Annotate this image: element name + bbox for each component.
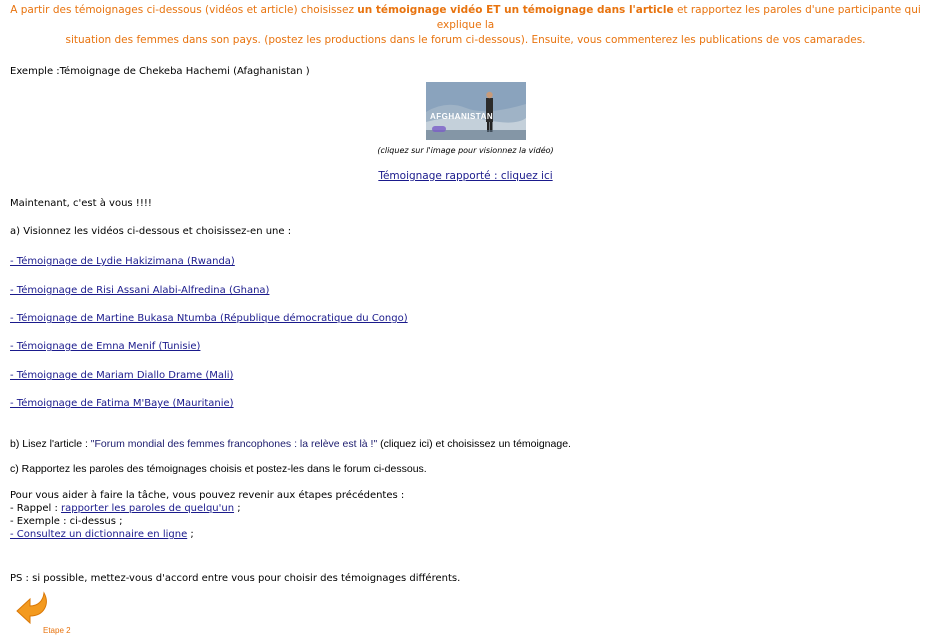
now-text: Maintenant, c'est à vous !!!! [10, 198, 152, 209]
step-a-text: a) Visionnez les vidéos ci-dessous et ch… [10, 226, 292, 237]
video-link-risi[interactable]: - Témoignage de Risi Assani Alabi-Alfred… [10, 285, 269, 296]
help-rappel: - Rappel : rapporter les paroles de quel… [10, 503, 241, 514]
help-dictionary: - Consultez un dictionnaire en ligne ; [10, 529, 194, 540]
step-b-text: b) Lisez l'article : "Forum mondial des … [10, 438, 571, 450]
dictionary-link[interactable]: - Consultez un dictionnaire en ligne [10, 529, 187, 540]
thumbnail-caption: (cliquez sur l'image pour visionnez la v… [377, 146, 554, 155]
example-reported-link[interactable]: Témoignage rapporté : cliquez ici [378, 170, 552, 182]
help-exemple: - Exemple : ci-dessus ; [10, 516, 123, 527]
step-c-text: c) Rapportez les paroles des témoignages… [10, 463, 427, 475]
video-link-emna[interactable]: - Témoignage de Emna Menif (Tunisie) [10, 341, 200, 352]
video-thumbnail[interactable]: AFGHANISTAN [426, 82, 526, 140]
ps-text: PS : si possible, mettez-vous d'accord e… [10, 573, 461, 584]
intro-line-2: situation des femmes dans son pays. (pos… [65, 34, 866, 46]
channel-logo-icon [432, 126, 446, 132]
video-link-text[interactable]: - Témoignage de Emna Menif (Tunisie) [10, 341, 200, 352]
step-b-suffix: (cliquez ici) et choisissez un témoignag… [377, 438, 571, 450]
intro-line-1: A partir des témoignages ci-dessous (vid… [0, 3, 931, 33]
step-b-prefix: b) Lisez l'article : [10, 438, 91, 450]
rappel-suffix: ; [234, 503, 241, 514]
video-link-text[interactable]: - Témoignage de Mariam Diallo Drame (Mal… [10, 370, 233, 381]
video-link-text[interactable]: - Témoignage de Risi Assani Alabi-Alfred… [10, 285, 269, 296]
thumbnail-title: AFGHANISTAN [430, 112, 494, 121]
etape-label[interactable]: Etape 2 [43, 626, 71, 635]
intro-bold: un témoignage vidéo ET un témoignage dan… [357, 4, 674, 16]
back-arrow-icon[interactable] [14, 590, 54, 628]
example-label: Exemple :Témoignage de Chekeba Hachemi (… [10, 66, 310, 77]
rappel-prefix: - Rappel : [10, 503, 61, 514]
video-link-lydie[interactable]: - Témoignage de Lydie Hakizimana (Rwanda… [10, 256, 235, 267]
video-link-fatima[interactable]: - Témoignage de Fatima M'Baye (Mauritani… [10, 398, 234, 409]
help-title: Pour vous aider à faire la tâche, vous p… [10, 490, 405, 501]
video-link-text[interactable]: - Témoignage de Fatima M'Baye (Mauritani… [10, 398, 234, 409]
video-link-martine[interactable]: - Témoignage de Martine Bukasa Ntumba (R… [10, 313, 408, 324]
intro-text: A partir des témoignages ci-dessous (vid… [0, 3, 931, 48]
rappel-link[interactable]: rapporter les paroles de quelqu'un [61, 503, 234, 514]
video-link-mariam[interactable]: - Témoignage de Mariam Diallo Drame (Mal… [10, 370, 233, 381]
video-link-text[interactable]: - Témoignage de Martine Bukasa Ntumba (R… [10, 313, 408, 324]
article-link[interactable]: "Forum mondial des femmes francophones :… [91, 438, 377, 450]
intro-part-1: A partir des témoignages ci-dessous (vid… [10, 4, 358, 16]
example-link-wrapper: Témoignage rapporté : cliquez ici [0, 170, 931, 182]
dictionary-suffix: ; [187, 529, 194, 540]
video-link-text[interactable]: - Témoignage de Lydie Hakizimana (Rwanda… [10, 256, 235, 267]
